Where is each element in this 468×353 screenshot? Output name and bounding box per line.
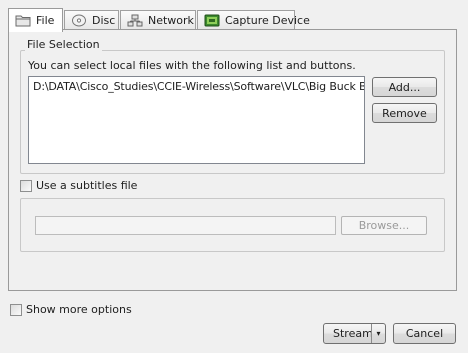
tab-label: Network	[148, 14, 194, 27]
subtitles-checkbox-label[interactable]: Use a subtitles file	[36, 179, 137, 192]
show-more-options-label[interactable]: Show more options	[26, 303, 132, 316]
file-selection-title: File Selection	[25, 38, 102, 51]
remove-button[interactable]: Remove	[372, 103, 437, 123]
show-more-options-checkbox[interactable]	[10, 304, 22, 316]
capture-device-icon	[204, 14, 220, 27]
stream-button[interactable]: Stream ▾	[323, 323, 386, 344]
tab-network[interactable]: Network	[120, 10, 196, 30]
disc-icon	[71, 14, 87, 27]
cancel-button[interactable]: Cancel	[393, 323, 456, 344]
network-icon	[127, 14, 143, 27]
subtitles-path-input[interactable]	[35, 216, 336, 235]
file-selection-hint: You can select local files with the foll…	[28, 59, 356, 72]
add-button[interactable]: Add...	[372, 77, 437, 97]
file-list[interactable]: D:\DATA\Cisco_Studies\CCIE-Wireless\Soft…	[28, 76, 365, 164]
folder-icon	[15, 14, 31, 27]
stream-dropdown-arrow-icon[interactable]: ▾	[371, 324, 385, 343]
tab-label: File	[36, 14, 55, 27]
tab-label: Disc	[92, 14, 116, 27]
tab-label: Capture Device	[225, 14, 310, 27]
tab-disc[interactable]: Disc	[64, 10, 119, 30]
tab-file[interactable]: File	[8, 8, 63, 32]
stream-button-label: Stream	[333, 327, 373, 340]
list-item[interactable]: D:\DATA\Cisco_Studies\CCIE-Wireless\Soft…	[29, 77, 364, 96]
subtitles-checkbox[interactable]	[20, 180, 32, 192]
browse-button[interactable]: Browse...	[341, 216, 427, 235]
tab-capture-device[interactable]: Capture Device	[197, 10, 310, 30]
